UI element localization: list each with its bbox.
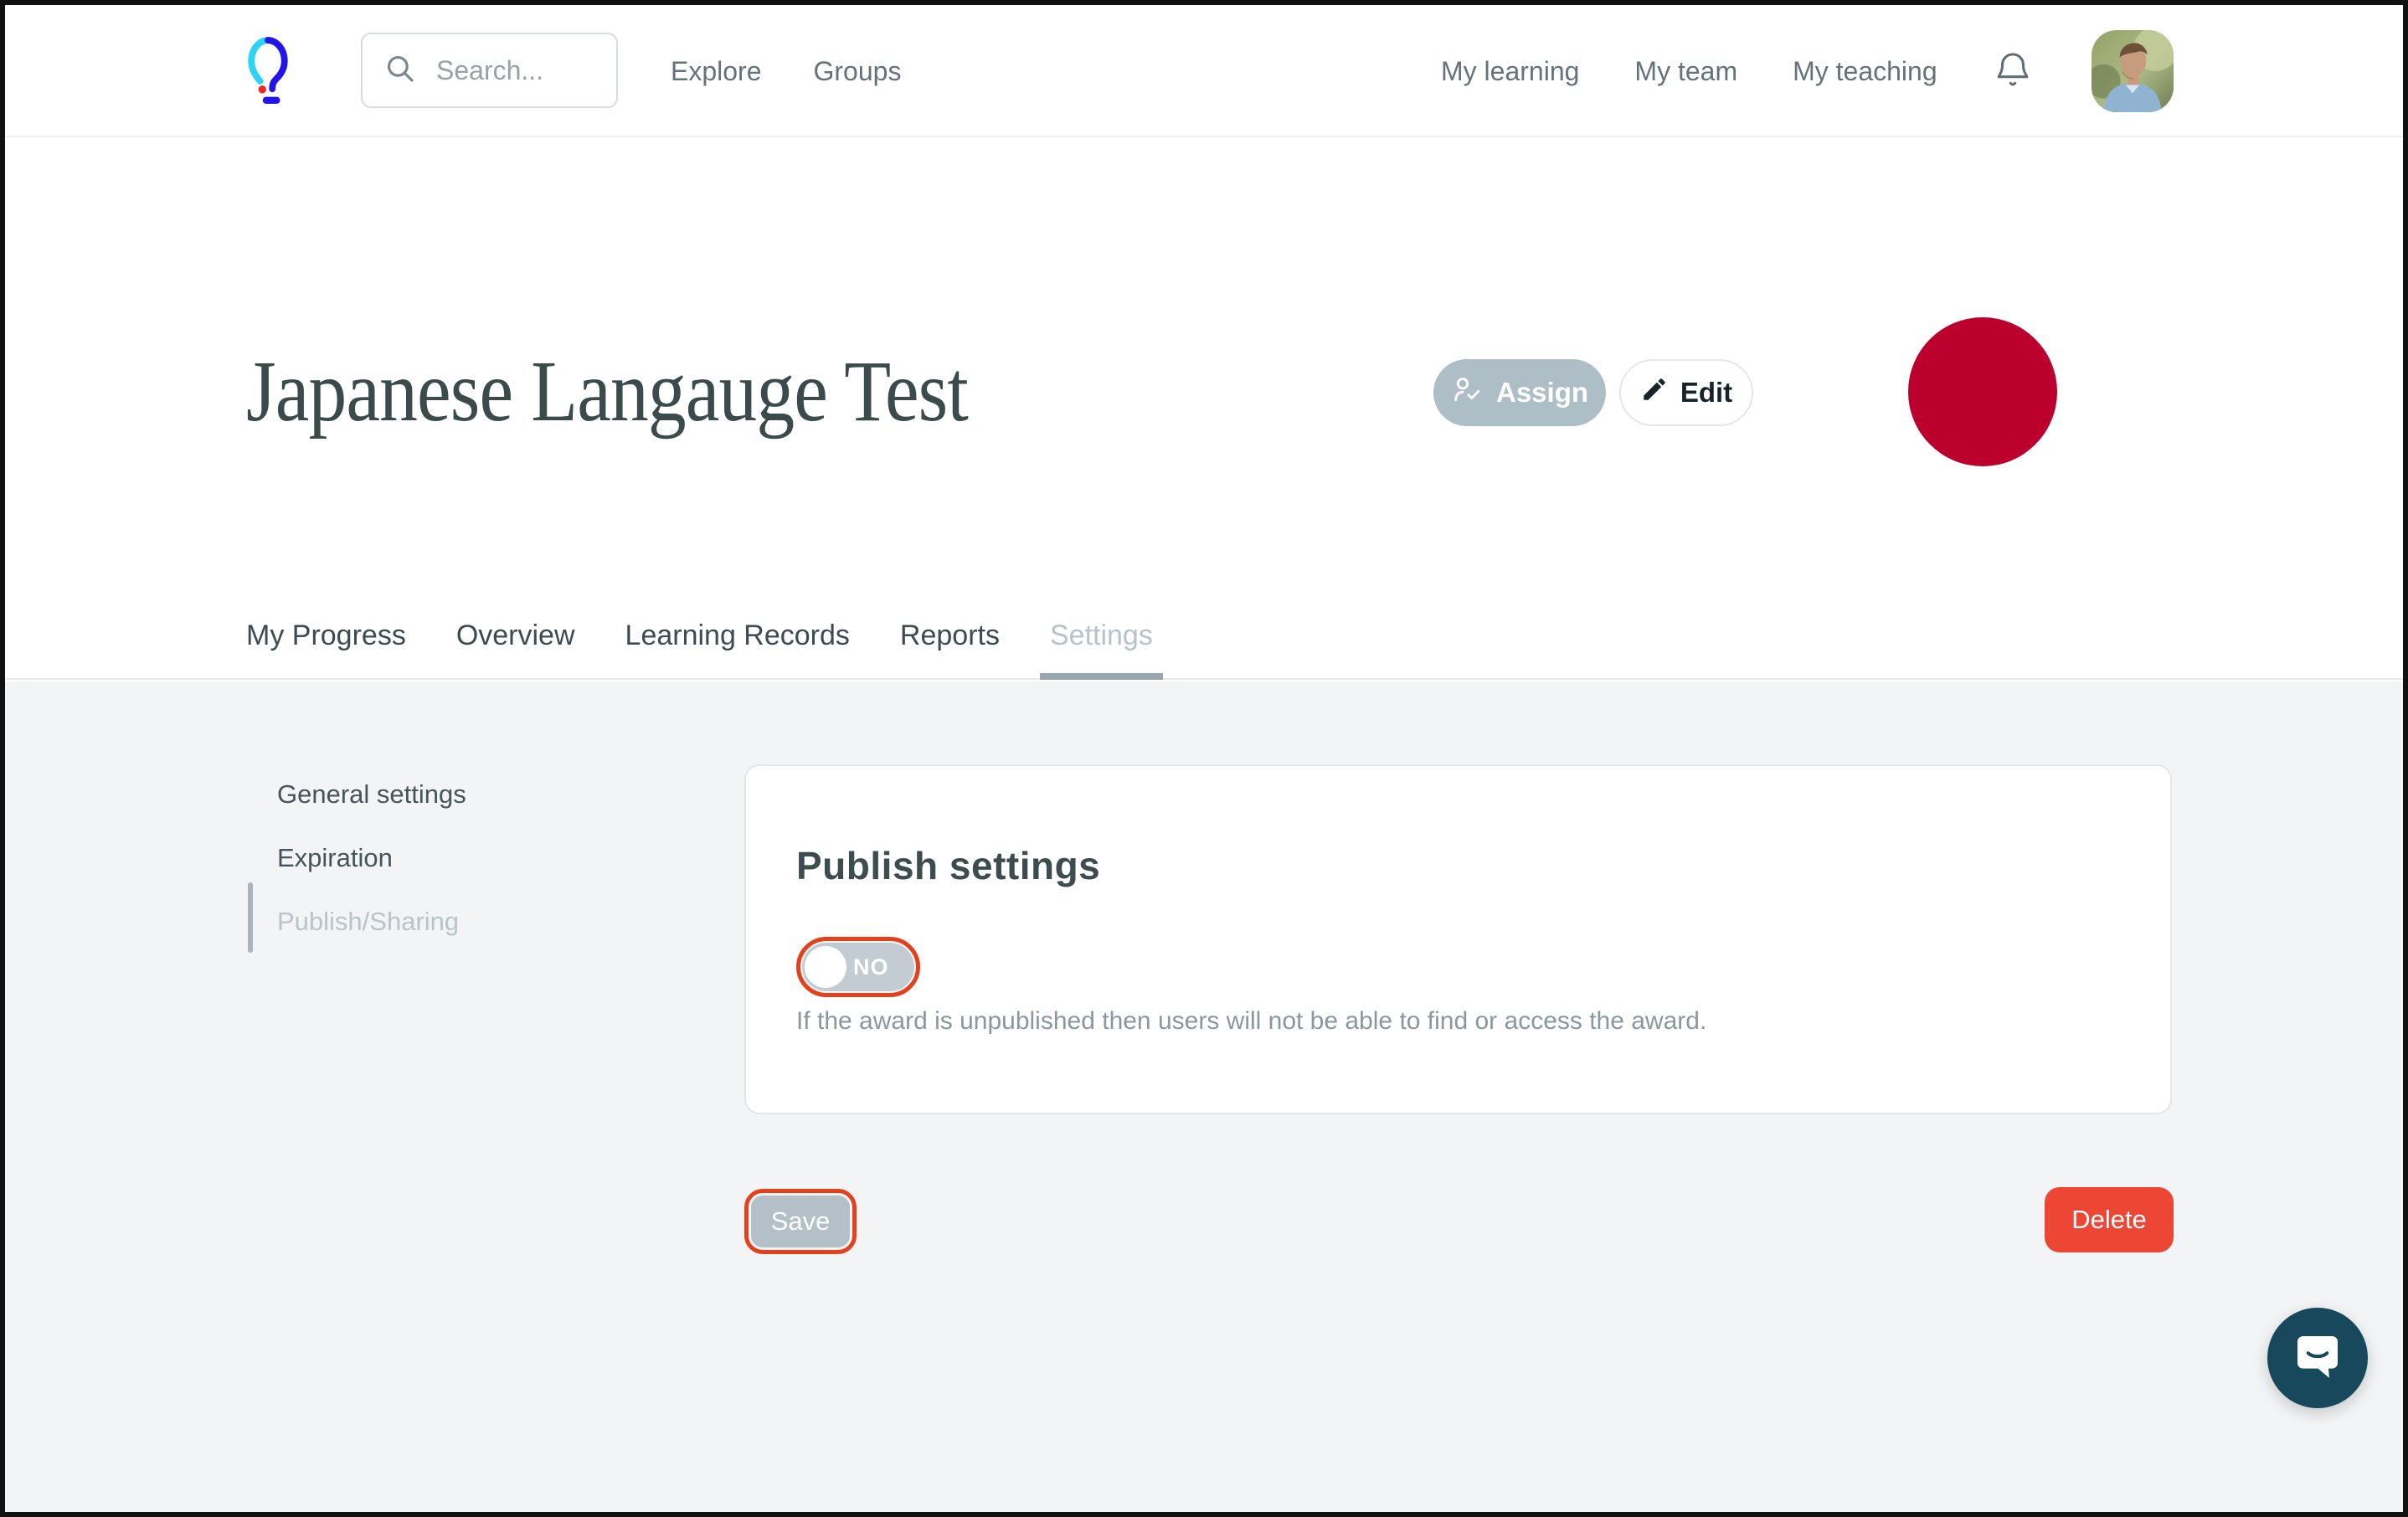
assign-button-label: Assign (1496, 377, 1588, 409)
award-badge-image (1908, 317, 2057, 466)
search-input[interactable] (436, 55, 604, 86)
avatar[interactable] (2092, 30, 2174, 112)
nav-link-my-team[interactable]: My team (1634, 56, 1737, 87)
notification-bell-icon[interactable] (1993, 48, 2033, 95)
toggle-state-label: NO (853, 954, 889, 980)
award-header: Japanese Langauge Test Assign (5, 137, 2403, 606)
assign-button[interactable]: Assign (1433, 359, 1606, 426)
settings-nav-general[interactable]: General settings (277, 779, 466, 810)
tab-my-progress[interactable]: My Progress (246, 606, 406, 678)
chat-bubble-icon (2291, 1329, 2344, 1387)
person-check-icon (1451, 374, 1484, 411)
settings-nav-expiration[interactable]: Expiration (277, 843, 466, 873)
save-button[interactable]: Save (751, 1196, 850, 1247)
edit-button-label: Edit (1680, 377, 1732, 409)
tab-overview[interactable]: Overview (456, 606, 575, 678)
search-icon (383, 51, 418, 90)
publish-toggle[interactable]: NO (796, 937, 920, 997)
edit-button[interactable]: Edit (1619, 359, 1753, 426)
nav-link-groups[interactable]: Groups (814, 56, 902, 87)
chat-launcher[interactable] (2267, 1308, 2368, 1408)
settings-nav-active-indicator (248, 882, 253, 953)
nav-link-explore[interactable]: Explore (671, 56, 762, 87)
delete-button[interactable]: Delete (2045, 1187, 2174, 1252)
search-box[interactable] (361, 33, 618, 108)
publish-settings-heading: Publish settings (796, 843, 1100, 888)
publish-description: If the award is unpublished then users w… (796, 1007, 1706, 1036)
nav-link-my-teaching[interactable]: My teaching (1793, 56, 1937, 87)
settings-content: General settings Expiration Publish/Shar… (5, 681, 2403, 1512)
tab-learning-records[interactable]: Learning Records (625, 606, 850, 678)
settings-nav: General settings Expiration Publish/Shar… (277, 779, 466, 970)
tab-reports[interactable]: Reports (900, 606, 1000, 678)
page-title: Japanese Langauge Test (246, 348, 968, 435)
tab-bar: My Progress Overview Learning Records Re… (5, 606, 2403, 680)
hero-actions: Assign Edit (1433, 359, 1753, 426)
nav-link-my-learning[interactable]: My learning (1441, 56, 1579, 87)
top-navbar: Explore Groups My learning My team My te… (5, 5, 2403, 137)
publish-settings-card: Publish settings NO If the award is unpu… (744, 764, 2172, 1114)
lightbulb-logo-icon[interactable] (246, 30, 290, 114)
account-nav: My learning My team My teaching (1441, 5, 2174, 137)
toggle-knob (805, 946, 846, 988)
tab-settings[interactable]: Settings (1050, 606, 1153, 678)
page: Explore Groups My learning My team My te… (0, 0, 2408, 1517)
settings-nav-publish-sharing[interactable]: Publish/Sharing (277, 907, 466, 937)
primary-nav: Explore Groups (671, 5, 901, 137)
pencil-icon (1640, 375, 1669, 410)
